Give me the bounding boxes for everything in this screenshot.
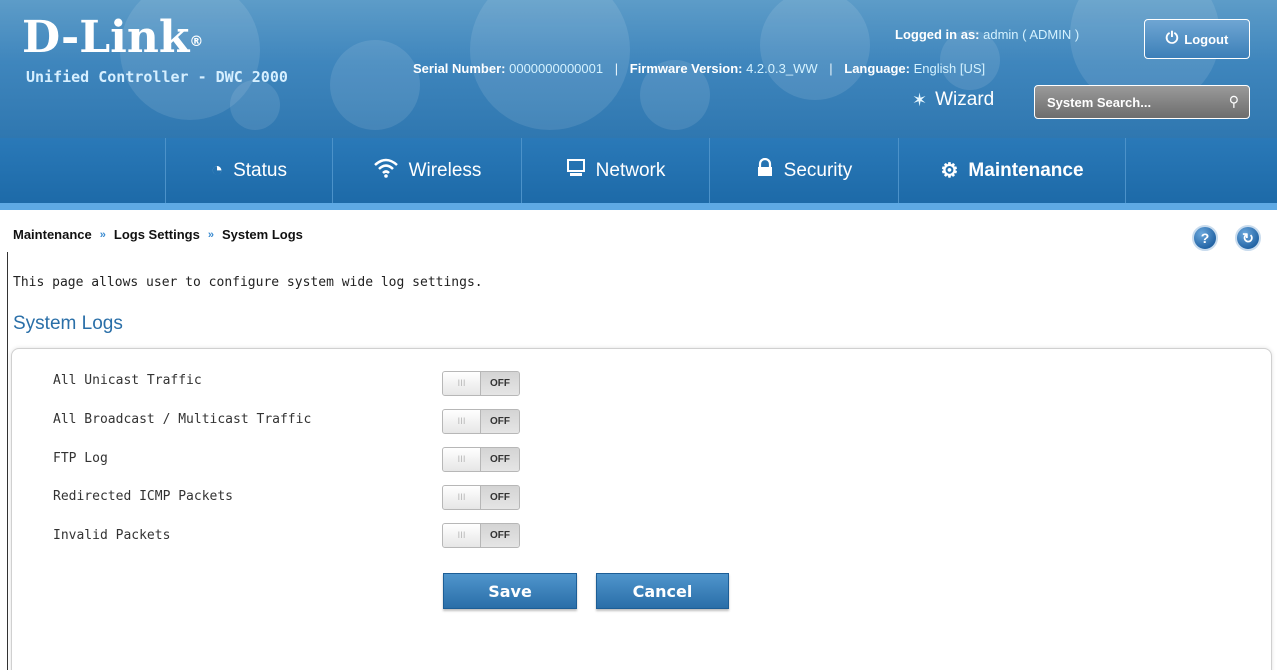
toggle-grip: III <box>443 448 481 471</box>
setting-label-broadcast: All Broadcast / Multicast Traffic <box>53 412 312 427</box>
toggle-state: OFF <box>481 448 519 471</box>
setting-label-ftp: FTP Log <box>53 451 108 466</box>
firmware-label: Firmware Version: <box>629 61 743 76</box>
nav-label: Security <box>783 159 853 181</box>
setting-label-invalid: Invalid Packets <box>53 528 171 543</box>
logged-in-label: Logged in as: <box>895 27 980 42</box>
toggle-icmp[interactable]: III OFF <box>442 485 520 510</box>
toggle-state: OFF <box>481 372 519 395</box>
logged-in-info: Logged in as: admin ( ADMIN ) <box>895 27 1079 42</box>
gears-icon: ⚙ <box>940 160 959 182</box>
toggle-unicast[interactable]: III OFF <box>442 371 520 396</box>
nav-label: Wireless <box>408 159 482 181</box>
product-name: Unified Controller - DWC 2000 <box>26 68 288 86</box>
device-info: Serial Number: 0000000000001 | Firmware … <box>413 61 985 76</box>
nav-wireless[interactable]: Wireless <box>332 138 521 203</box>
toggle-broadcast[interactable]: III OFF <box>442 409 520 434</box>
save-button[interactable]: Save <box>443 573 577 609</box>
breadcrumb-item[interactable]: Logs Settings <box>114 227 200 242</box>
nav-label: Network <box>595 159 666 181</box>
breadcrumb: Maintenance » Logs Settings » System Log… <box>13 227 303 242</box>
serial-value: 0000000000001 <box>509 61 604 76</box>
nav-network[interactable]: Network <box>521 138 709 203</box>
divider: | <box>614 61 619 76</box>
wifi-icon <box>373 158 399 184</box>
language-label: Language: <box>844 61 910 76</box>
help-icon[interactable]: ? <box>1192 225 1218 251</box>
nav-label: Status <box>233 159 287 181</box>
refresh-icon[interactable]: ↻ <box>1235 225 1261 251</box>
breadcrumb-separator: » <box>207 228 214 241</box>
setting-label-icmp: Redirected ICMP Packets <box>53 489 234 504</box>
toggle-grip: III <box>443 524 481 547</box>
settings-panel <box>11 348 1272 670</box>
divider: | <box>829 61 833 76</box>
page-description: This page allows user to configure syste… <box>13 275 483 290</box>
wizard-link[interactable]: ✶ Wizard <box>912 89 994 111</box>
magic-wand-icon: ✶ <box>912 89 928 110</box>
firmware-value: 4.2.0.3_WW <box>746 61 818 76</box>
toggle-invalid[interactable]: III OFF <box>442 523 520 548</box>
language-value[interactable]: English [US] <box>914 61 986 76</box>
lock-icon <box>756 157 774 184</box>
search-icon[interactable]: ⚲ <box>1229 94 1239 110</box>
gauge-icon: ◔ <box>211 159 224 181</box>
toggle-state: OFF <box>481 410 519 433</box>
setting-label-unicast: All Unicast Traffic <box>53 373 202 388</box>
breadcrumb-item: System Logs <box>221 227 303 242</box>
frame-border <box>7 252 8 670</box>
dlink-logo: D-Link® <box>22 12 204 63</box>
serial-label: Serial Number: <box>413 61 506 76</box>
toggle-ftp[interactable]: III OFF <box>442 447 520 472</box>
breadcrumb-separator: » <box>99 228 106 241</box>
nav-maintenance[interactable]: ⚙ Maintenance <box>898 138 1126 203</box>
toggle-grip: III <box>443 486 481 509</box>
nav-security[interactable]: Security <box>709 138 898 203</box>
section-title: System Logs <box>13 313 123 334</box>
nav-accent-stripe <box>0 203 1277 210</box>
toggle-state: OFF <box>481 524 519 547</box>
nav-status[interactable]: ◔ Status <box>165 138 332 203</box>
logged-in-user: admin ( ADMIN ) <box>983 27 1080 42</box>
toggle-grip: III <box>443 372 481 395</box>
nav-label: Maintenance <box>968 159 1084 181</box>
logout-label: Logout <box>1184 31 1229 47</box>
cancel-button[interactable]: Cancel <box>596 573 729 609</box>
power-icon: ⏻ <box>1165 30 1179 47</box>
logout-button[interactable]: ⏻ Logout <box>1144 19 1250 59</box>
toggle-state: OFF <box>481 486 519 509</box>
breadcrumb-item[interactable]: Maintenance <box>13 227 92 242</box>
monitor-icon <box>566 158 586 184</box>
wizard-label: Wizard <box>935 89 995 110</box>
toggle-grip: III <box>443 410 481 433</box>
search-input[interactable] <box>1047 94 1229 110</box>
system-search[interactable]: ⚲ <box>1034 85 1250 119</box>
